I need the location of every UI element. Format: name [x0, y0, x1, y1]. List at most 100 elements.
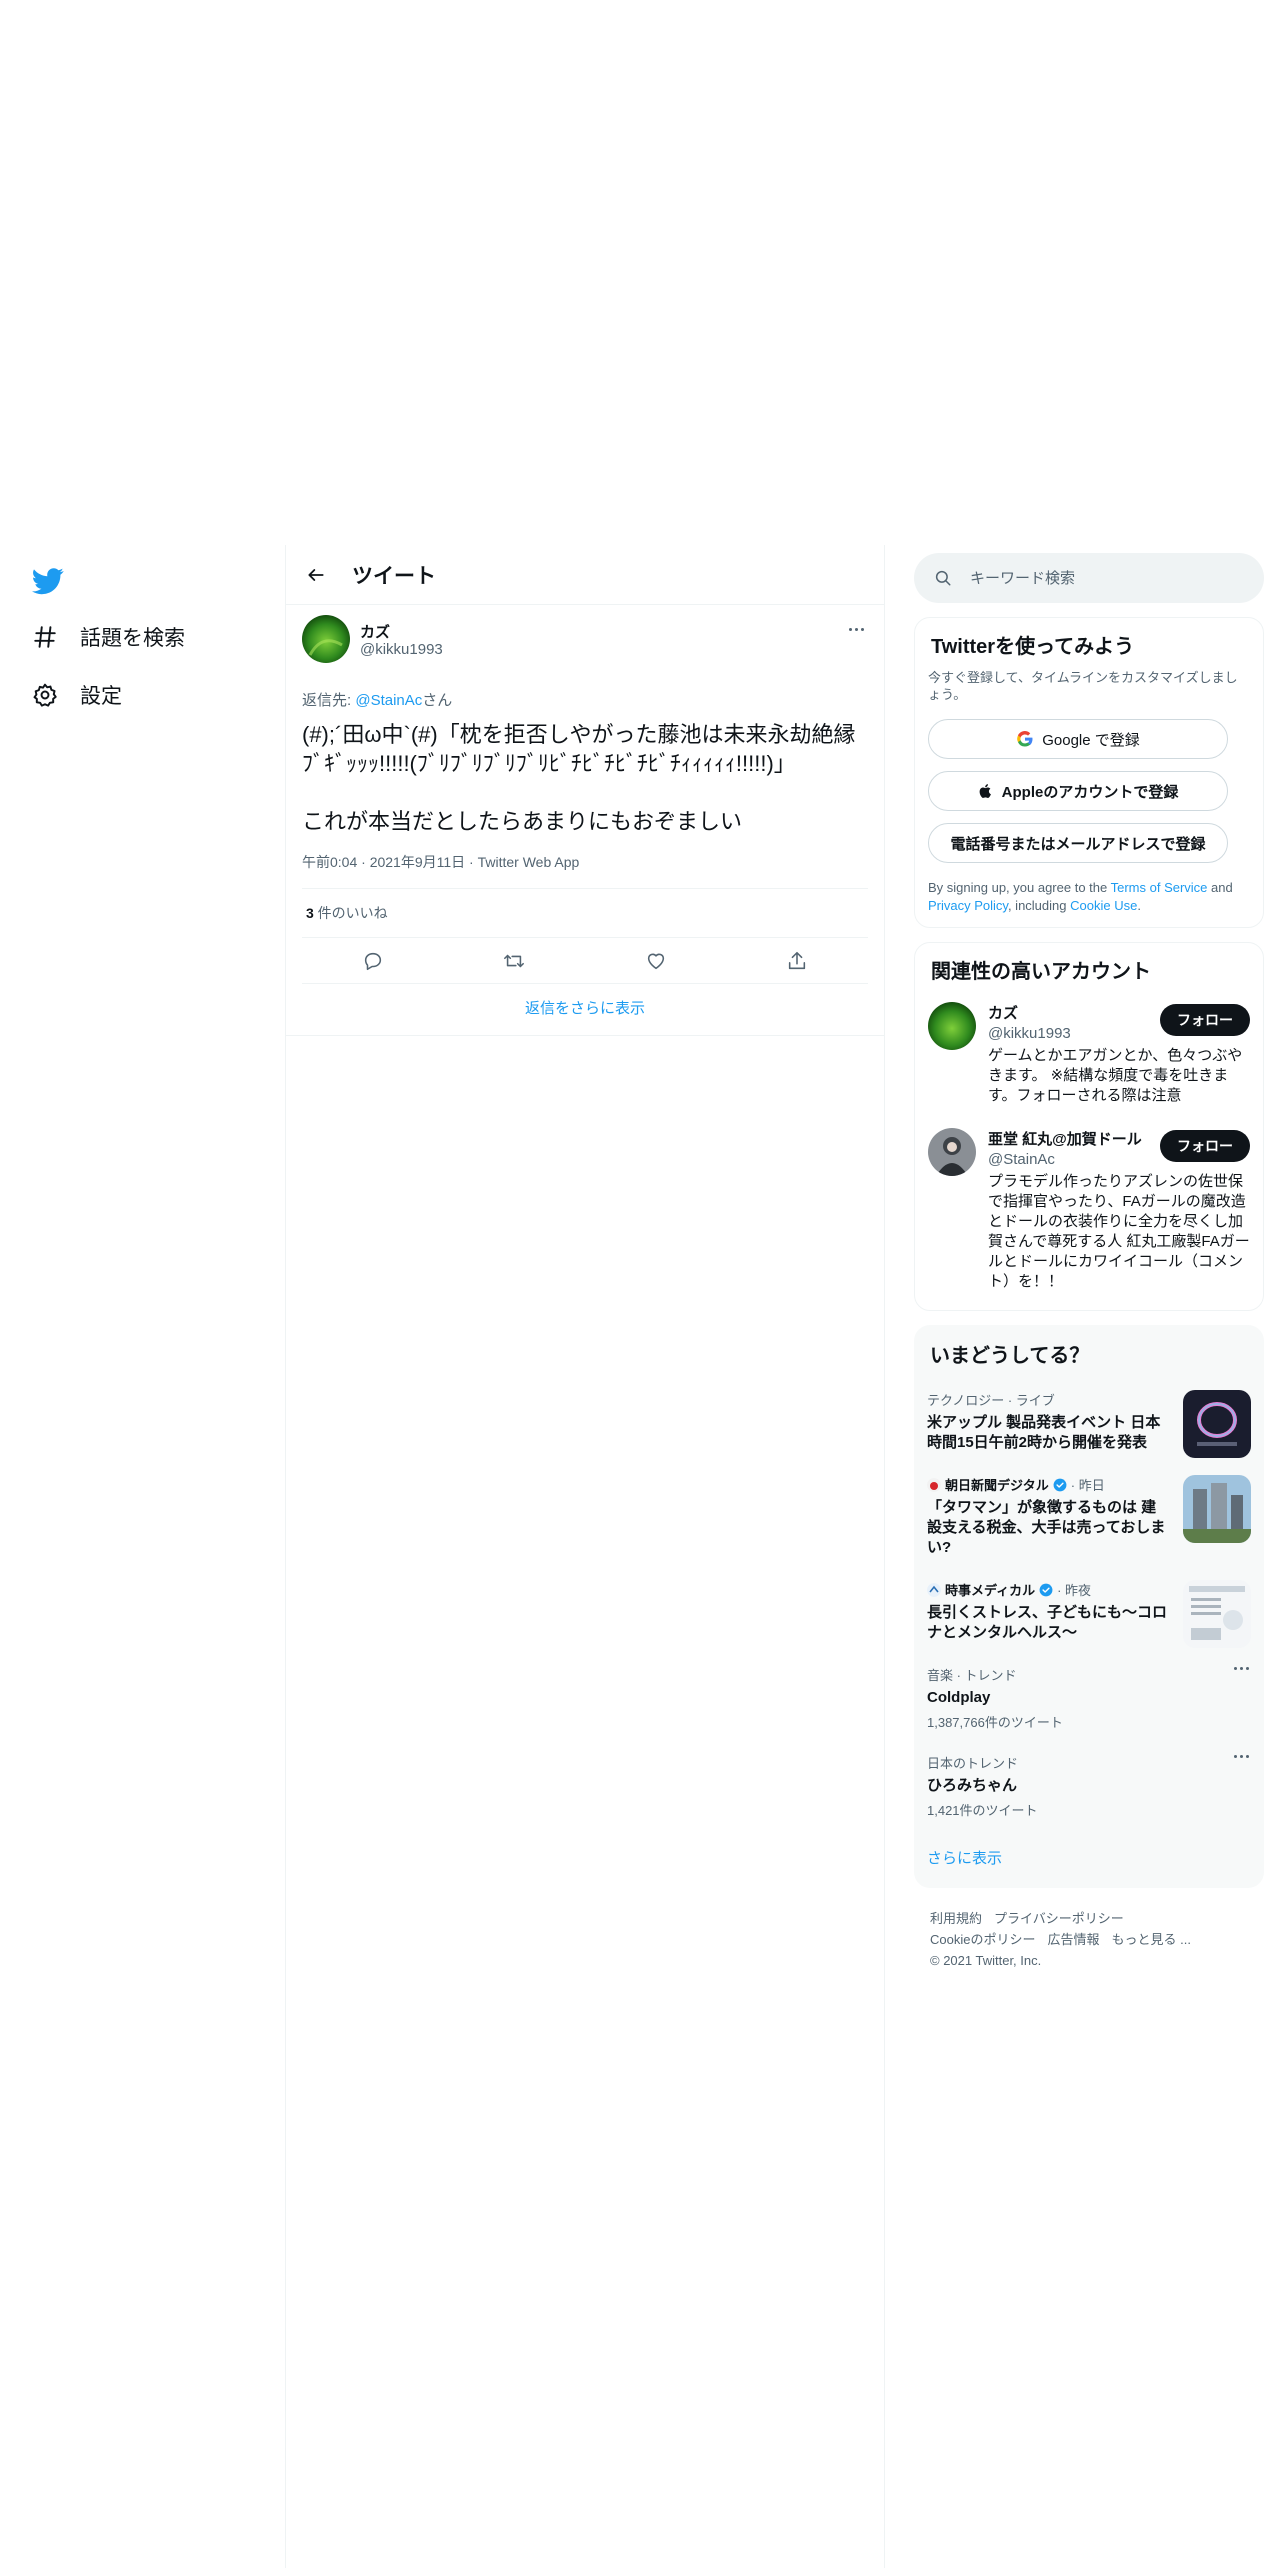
nav-item-settings[interactable]: 設定: [32, 680, 122, 710]
reply-to: 返信先: @StainAcさん: [302, 689, 868, 710]
footer-link-ads[interactable]: 広告情報: [1047, 1932, 1099, 1947]
main-header: ツイート: [286, 545, 884, 605]
related-accounts-card: 関連性の高いアカウント カズ @kikku1993 ゲームとかエアガンとか、色々…: [914, 942, 1264, 1311]
follow-button[interactable]: フォロー: [1160, 1130, 1250, 1162]
verified-badge-icon: [1053, 1478, 1067, 1491]
apple-signup-label: Appleのアカウントで登録: [1001, 783, 1179, 801]
author-name[interactable]: カズ: [360, 621, 390, 642]
trend-thumbnail: [1183, 1475, 1251, 1543]
show-more-trends-link[interactable]: さらに表示: [927, 1847, 1251, 1868]
trend-meta: 日本のトレンド: [927, 1756, 1019, 1771]
google-signup-label: Google で登録: [1042, 731, 1140, 749]
page-title: ツイート: [352, 564, 436, 588]
account-bio: プラモデル作ったりアズレンの佐世保で指揮官やったり、FAガールの魔改造とドールの…: [988, 1173, 1250, 1290]
cookie-use-link[interactable]: Cookie Use: [1070, 898, 1137, 913]
signup-title: Twitterを使ってみよう: [931, 636, 1135, 658]
terms-text: , including: [1007, 898, 1071, 913]
retweet-icon: [504, 954, 525, 967]
account-bio: ゲームとかエアガンとか、色々つぶやきます。 ※結構な頻度で毒を吐きます。フォロー…: [988, 1047, 1243, 1104]
trend-meta: 音楽 · トレンド: [927, 1668, 1017, 1683]
copyright: © 2021 Twitter, Inc.: [930, 1953, 1042, 1968]
like-button[interactable]: [645, 950, 667, 972]
reply-icon: [364, 952, 381, 970]
trends-card: いまどうしてる？ テクノロジー · ライブ 米アップル 製品発表イベント 日本時…: [914, 1325, 1264, 1888]
footer-link-more[interactable]: もっと見る ...: [1111, 1932, 1190, 1947]
gear-icon: [33, 683, 57, 707]
trend-item[interactable]: 音楽 · トレンド Coldplay 1,387,766件のツイート: [927, 1665, 1251, 1731]
trends-title: いまどうしてる？: [930, 1345, 1090, 1367]
trend-item[interactable]: 日本のトレンド ひろみちゃん 1,421件のツイート: [927, 1753, 1251, 1819]
signup-terms: By signing up, you agree to the Terms of…: [928, 879, 1250, 915]
trend-source: 時事メディカル: [945, 1583, 1036, 1598]
jiji-medical-logo-icon: [927, 1582, 941, 1597]
nav-item-explore[interactable]: 話題を検索: [32, 622, 185, 652]
avatar[interactable]: [928, 1128, 976, 1176]
share-button[interactable]: [786, 950, 808, 972]
tweet-timestamp[interactable]: 午前0:04 · 2021年9月11日 · Twitter Web App: [302, 852, 868, 889]
account-item[interactable]: 亜堂 紅丸@加賀ドール @StainAc プラモデル作ったりアズレンの佐世保で指…: [928, 1128, 1250, 1292]
hashtag-icon: [34, 626, 56, 648]
column-divider: [884, 545, 885, 2568]
trend-headline: ひろみちゃん: [927, 1777, 1018, 1794]
trend-headline: 長引くストレス、子どもにも～コロナとメンタルヘルス～: [927, 1604, 1168, 1641]
tweet: カズ @kikku1993 返信先: @StainAcさん (#);´田ω中`(…: [286, 615, 884, 984]
search-bar[interactable]: [914, 553, 1264, 603]
footer-link-terms[interactable]: 利用規約: [930, 1911, 982, 1926]
retweet-button[interactable]: [503, 950, 525, 972]
related-accounts-title: 関連性の高いアカウント: [931, 961, 1151, 983]
reply-button[interactable]: [362, 950, 384, 972]
follow-button[interactable]: フォロー: [1160, 1004, 1250, 1036]
nav-item-settings-label: 設定: [80, 685, 122, 708]
trend-time: · 昨夜: [1057, 1583, 1092, 1598]
footer-link-cookies[interactable]: Cookieのポリシー: [930, 1932, 1035, 1947]
account-item[interactable]: カズ @kikku1993 ゲームとかエアガンとか、色々つぶやきます。 ※結構な…: [928, 1002, 1250, 1106]
trend-headline: Coldplay: [927, 1689, 991, 1706]
heart-icon: [647, 953, 664, 969]
arrow-left-icon: [308, 568, 324, 581]
more-options-icon[interactable]: [1234, 1755, 1249, 1758]
terms-text: By signing up, you agree to the: [928, 880, 1111, 895]
trend-headline: 米アップル 製品発表イベント 日本時間15日午前2時から開催を発表: [927, 1414, 1161, 1451]
likes-count[interactable]: 3 件のいいね: [302, 889, 868, 938]
avatar[interactable]: [928, 1002, 976, 1050]
google-signup-button[interactable]: Google で登録: [928, 719, 1228, 759]
terms-text: and: [1207, 880, 1233, 895]
trend-thumbnail: [1183, 1580, 1251, 1648]
avatar[interactable]: [302, 615, 350, 663]
trend-tweet-count: 1,387,766件のツイート: [927, 1715, 1063, 1730]
search-input[interactable]: [970, 569, 1230, 587]
trend-thumbnail: [1183, 1390, 1251, 1458]
main-column: ツイート カズ @kikku1993 返信先: @StainAcさん (#);´…: [286, 545, 884, 1036]
google-icon: [1017, 731, 1033, 747]
verified-badge-icon: [1039, 1583, 1053, 1596]
more-options-icon[interactable]: [844, 621, 868, 637]
show-more-replies-link[interactable]: 返信をさらに表示: [286, 984, 884, 1036]
share-icon: [789, 951, 806, 969]
apple-signup-button[interactable]: Appleのアカウントで登録: [928, 771, 1228, 811]
likes-label: 件のいいね: [313, 905, 388, 921]
author-handle[interactable]: @kikku1993: [360, 641, 443, 658]
reply-prefix: 返信先:: [302, 692, 356, 709]
nav-item-explore-label: 話題を検索: [80, 627, 185, 650]
privacy-policy-link[interactable]: Privacy Policy: [928, 898, 1008, 913]
phone-email-signup-button[interactable]: 電話番号またはメールアドレスで登録: [928, 823, 1228, 863]
terms-text: .: [1137, 898, 1141, 913]
more-options-icon[interactable]: [1234, 1667, 1249, 1670]
footer-link-privacy[interactable]: プライバシーポリシー: [994, 1911, 1124, 1926]
trend-source: 朝日新聞デジタル: [945, 1478, 1049, 1493]
right-sidebar: Twitterを使ってみよう 今すぐ登録して、タイムラインをカスタマイズしましょ…: [914, 553, 1264, 1971]
back-button[interactable]: [286, 545, 346, 605]
trend-time: · 昨日: [1070, 1478, 1105, 1493]
terms-of-service-link[interactable]: Terms of Service: [1111, 880, 1208, 895]
trend-item[interactable]: テクノロジー · ライブ 米アップル 製品発表イベント 日本時間15日午前2時か…: [927, 1390, 1251, 1458]
apple-icon: [979, 784, 991, 798]
twitter-logo-icon[interactable]: [32, 565, 64, 597]
reply-suffix: さん: [422, 692, 453, 709]
asahi-logo-icon: [927, 1477, 941, 1492]
trend-item[interactable]: 時事メディカル · 昨夜 長引くストレス、子どもにも～コロナとメンタルヘルス～: [927, 1580, 1251, 1648]
signup-subtitle: 今すぐ登録して、タイムラインをカスタマイズしましょう。: [928, 670, 1238, 702]
trend-headline: 「タワマン」が象徴するものは 建設支える税金、大手は売っておしまい?: [927, 1499, 1166, 1556]
trend-item[interactable]: 朝日新聞デジタル · 昨日 「タワマン」が象徴するものは 建設支える税金、大手は…: [927, 1475, 1251, 1558]
reply-mention-link[interactable]: @StainAc: [355, 692, 422, 709]
tweet-actions: [302, 938, 868, 984]
